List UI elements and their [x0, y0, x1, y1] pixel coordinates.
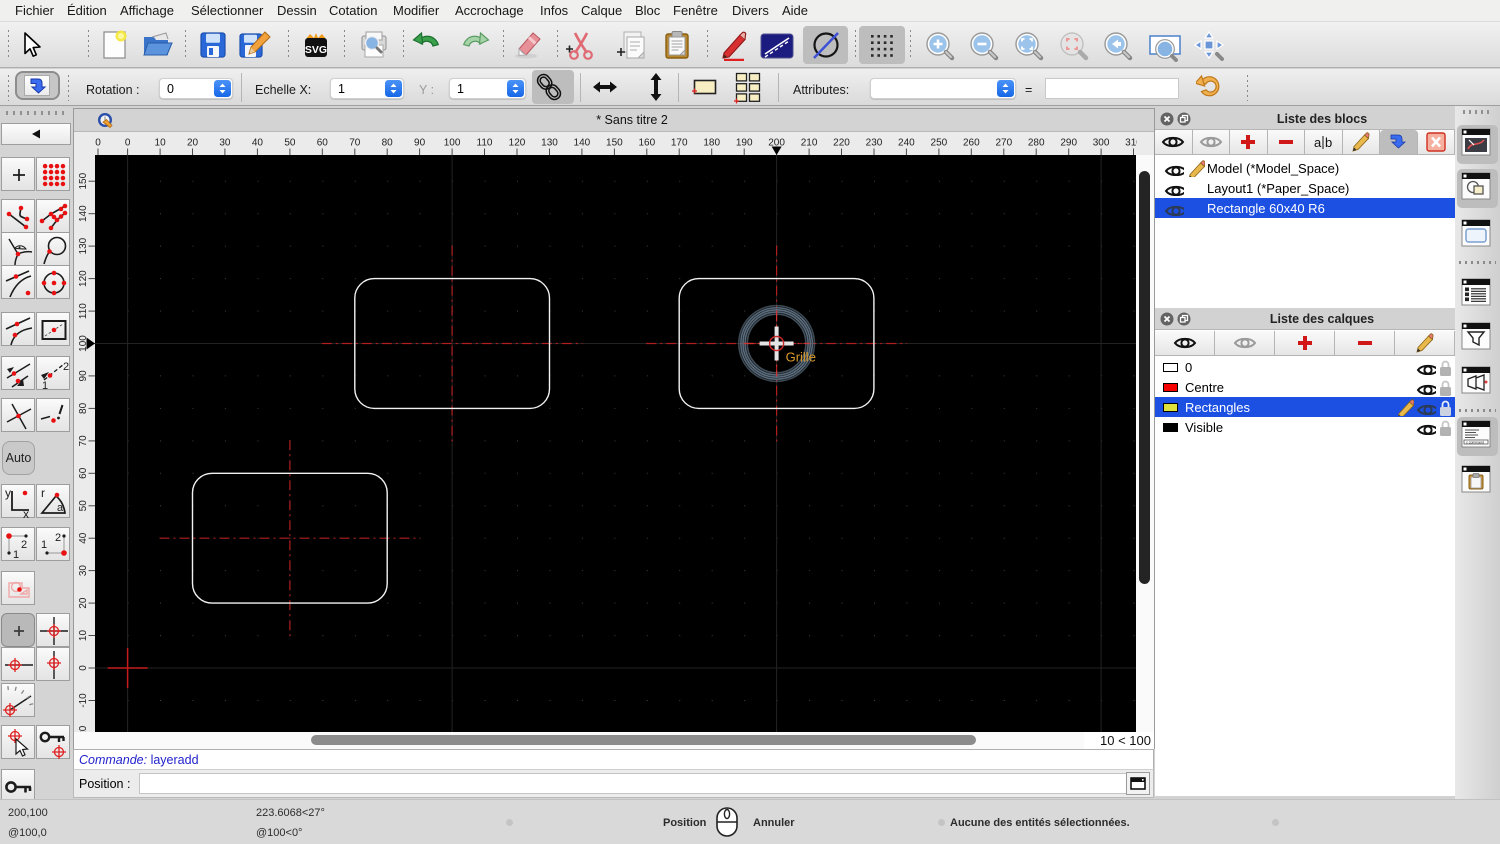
svg-text:180: 180	[703, 138, 720, 149]
svg-text:70: 70	[78, 435, 89, 447]
svg-text:80: 80	[78, 402, 89, 414]
svg-text:20: 20	[78, 597, 89, 609]
svg-text:250: 250	[931, 138, 948, 149]
svg-text:b: b	[1325, 135, 1332, 150]
svg-text:1: 1	[42, 380, 48, 391]
svg-text:210: 210	[801, 138, 818, 149]
svg-text:40: 40	[252, 138, 264, 149]
svg-text:SVG: SVG	[305, 44, 327, 56]
svg-text:a: a	[57, 502, 64, 514]
svg-text:120: 120	[78, 270, 89, 287]
svg-text:2: 2	[21, 539, 27, 551]
svg-text:Grille: Grille	[786, 350, 816, 365]
svg-text:30: 30	[219, 138, 231, 149]
svg-text:260: 260	[963, 138, 980, 149]
svg-text:2: 2	[63, 361, 69, 373]
svg-text:2: 2	[55, 532, 61, 544]
svg-text:c command: c command	[1466, 441, 1484, 445]
svg-text:160: 160	[638, 138, 655, 149]
svg-text:220: 220	[833, 138, 850, 149]
svg-text:10: 10	[78, 630, 89, 642]
svg-text:150: 150	[606, 138, 623, 149]
svg-text:130: 130	[78, 237, 89, 254]
svg-text:60: 60	[78, 467, 89, 479]
svg-text:270: 270	[995, 138, 1012, 149]
svg-text:130: 130	[541, 138, 558, 149]
svg-text:80: 80	[382, 138, 394, 149]
svg-text:110: 110	[477, 138, 493, 149]
svg-text:60: 60	[317, 138, 329, 149]
svg-text:0: 0	[78, 665, 89, 671]
svg-text:140: 140	[78, 205, 89, 222]
svg-text:40: 40	[78, 532, 89, 544]
svg-text:100: 100	[444, 138, 461, 149]
svg-text:240: 240	[898, 138, 915, 149]
svg-text:-10: -10	[78, 693, 89, 708]
svg-text:-20: -20	[78, 725, 89, 732]
svg-text:170: 170	[671, 138, 688, 149]
svg-text:50: 50	[284, 138, 296, 149]
svg-text:150: 150	[78, 172, 89, 189]
svg-text:30: 30	[78, 565, 89, 577]
svg-text:1: 1	[41, 539, 47, 551]
svg-text:280: 280	[1028, 138, 1045, 149]
svg-text:120: 120	[509, 138, 526, 149]
svg-text:0: 0	[95, 138, 101, 149]
svg-text:20: 20	[187, 138, 199, 149]
svg-text:190: 190	[736, 138, 753, 149]
svg-text:0: 0	[125, 138, 131, 149]
svg-text:1: 1	[13, 549, 19, 561]
svg-text:300: 300	[1093, 138, 1110, 149]
svg-text:y: y	[5, 486, 11, 500]
svg-text:140: 140	[574, 138, 591, 149]
svg-text:230: 230	[866, 138, 883, 149]
svg-text:70: 70	[349, 138, 361, 149]
svg-text:90: 90	[78, 370, 89, 382]
svg-text:110: 110	[78, 303, 89, 319]
svg-text:x: x	[23, 507, 29, 519]
svg-text:a: a	[1314, 135, 1322, 150]
svg-text:290: 290	[1060, 138, 1077, 149]
svg-text:50: 50	[78, 500, 89, 512]
svg-text:r: r	[41, 486, 45, 500]
svg-text:10: 10	[155, 138, 167, 149]
svg-text:310: 310	[1125, 138, 1137, 149]
svg-text:90: 90	[414, 138, 426, 149]
